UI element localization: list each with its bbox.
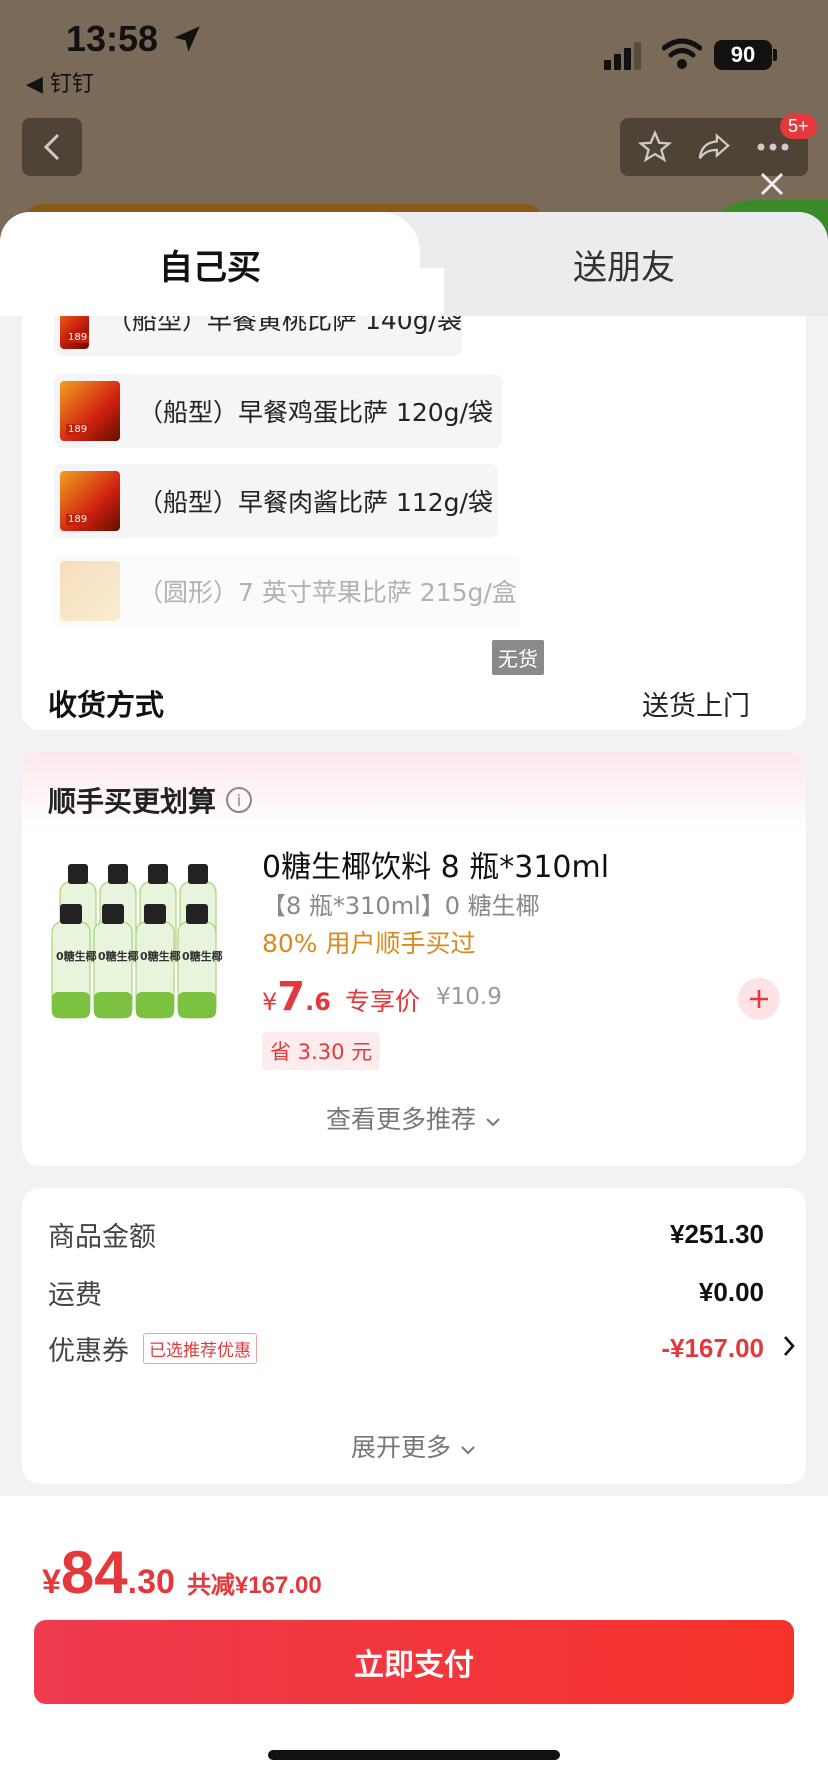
recommendation-title: 顺手买更划算 i	[48, 780, 253, 820]
shipping-method-label: 收货方式	[48, 688, 165, 722]
product-item[interactable]: 189 （船型）早餐鸡蛋比萨 120g/袋	[54, 374, 502, 448]
price-tag: 专享价	[344, 987, 420, 1016]
product-thumbnail: 189	[60, 381, 120, 441]
battery-level: 90	[714, 40, 772, 70]
home-indicator	[268, 1750, 560, 1760]
coupon-label: 优惠券	[48, 1335, 129, 1367]
price-decimal: .6	[305, 988, 331, 1016]
bottle-label: 0糖生椰	[56, 949, 97, 963]
product-item-out-of-stock: （圆形）7 英寸苹果比萨 215g/盒	[54, 554, 520, 628]
order-summary-card: 商品金额 ¥251.30 运费 ¥0.00 优惠券 已选推荐优惠 -¥167.0…	[22, 1188, 806, 1484]
product-thumbnail	[60, 561, 120, 621]
freight-label: 运费	[48, 1279, 102, 1311]
more-icon[interactable]	[756, 142, 790, 152]
tab-gift-friend[interactable]: 送朋友	[420, 212, 828, 316]
goods-amount-row: 商品金额 ¥251.30	[48, 1214, 764, 1254]
expand-more-link[interactable]: 展开更多	[22, 1428, 806, 1464]
nav-back-button[interactable]	[22, 118, 82, 176]
tab-buy-self[interactable]: 自己买	[0, 212, 444, 316]
goods-amount-value: ¥251.30	[670, 1218, 764, 1249]
total-decimal: .30	[127, 1563, 175, 1601]
goods-amount-label: 商品金额	[48, 1221, 156, 1253]
more-recommendations-label: 查看更多推荐	[326, 1105, 477, 1134]
coupon-label-group: 优惠券 已选推荐优惠	[48, 1329, 257, 1368]
bottle-label: 0糖生椰	[140, 949, 181, 963]
freight-value: ¥0.00	[698, 1276, 764, 1307]
add-to-order-button[interactable]	[738, 978, 780, 1020]
chevron-down-icon	[486, 1118, 500, 1127]
chevron-right-icon[interactable]	[782, 1334, 796, 1358]
total-reduction: 共减¥167.00	[186, 1572, 322, 1599]
original-price: ¥10.9	[436, 984, 502, 1010]
pay-now-button[interactable]: 立即支付	[34, 1620, 794, 1704]
tab-label: 送朋友	[573, 247, 675, 288]
product-list-card: 189 （船型）早餐黄桃比萨 140g/袋 189 （船型）早餐鸡蛋比萨 120…	[22, 282, 806, 730]
message-badge: 5+	[780, 114, 817, 139]
star-icon[interactable]	[638, 130, 672, 164]
checkout-footer: ¥ 84 .30 共减¥167.00 立即支付	[0, 1496, 828, 1792]
chevron-down-icon	[461, 1446, 475, 1455]
coupon-selected-tag: 已选推荐优惠	[143, 1332, 257, 1364]
battery-tip	[773, 49, 777, 61]
bottle-label: 0糖生椰	[182, 949, 223, 963]
bottle-label: 0糖生椰	[98, 949, 139, 963]
signal-icon	[604, 42, 641, 70]
freight-row: 运费 ¥0.00	[48, 1272, 764, 1312]
total-integer: 84	[60, 1539, 128, 1606]
product-thumbnail: 189	[60, 471, 120, 531]
chevron-left-icon	[43, 133, 60, 161]
recommendation-product-name[interactable]: 0糖生椰饮料 8 瓶*310ml	[262, 842, 609, 886]
tab-label: 自己买	[159, 247, 261, 288]
recommendation-card: 顺手买更划算 i 0糖生椰 0糖生椰 0糖生椰 0糖生椰 0糖生椰饮料 8 瓶*…	[22, 752, 806, 1166]
share-icon[interactable]	[696, 130, 732, 164]
recommendation-product-spec: 【8 瓶*310ml】0 糖生椰	[262, 892, 540, 920]
back-to-app-link[interactable]: ◀ 钉钉	[26, 66, 94, 98]
status-time: 13:58	[66, 18, 159, 59]
savings-badge: 省 3.30 元	[262, 1032, 381, 1070]
info-icon[interactable]: i	[226, 787, 253, 813]
product-name: （船型）早餐肉酱比萨 112g/袋	[138, 488, 493, 517]
location-arrow-icon	[174, 26, 200, 52]
recommendation-price: ¥ 7 .6 专享价	[262, 974, 420, 1020]
shipping-method-value[interactable]: 送货上门	[642, 684, 750, 723]
out-of-stock-badge: 无货	[492, 640, 544, 675]
product-item[interactable]: 189 （船型）早餐肉酱比萨 112g/袋	[54, 464, 498, 538]
status-bar: 13:58 ◀ 钉钉 90	[0, 0, 828, 110]
coupon-row[interactable]: 优惠券 已选推荐优惠 -¥167.00	[48, 1328, 764, 1368]
price-integer: 7	[277, 974, 306, 1020]
coupon-value: -¥167.00	[661, 1332, 764, 1363]
wifi-icon	[662, 38, 702, 69]
product-name: （圆形）7 英寸苹果比萨 215g/盒	[138, 578, 517, 607]
checkout-sheet: 189 （船型）早餐黄桃比萨 140g/袋 189 （船型）早餐鸡蛋比萨 120…	[0, 212, 828, 1792]
more-recommendations-link[interactable]: 查看更多推荐	[22, 1100, 806, 1136]
price-currency: ¥	[262, 988, 278, 1016]
recommendation-title-text: 顺手买更划算	[48, 785, 217, 818]
total-currency: ¥	[42, 1563, 61, 1601]
product-image[interactable]: 0糖生椰 0糖生椰 0糖生椰 0糖生椰	[46, 842, 232, 1028]
expand-more-label: 展开更多	[351, 1433, 452, 1462]
total-price: ¥ 84 .30 共减¥167.00	[42, 1538, 322, 1607]
purchase-tabs: 自己买 送朋友	[0, 212, 828, 316]
recommendation-social-proof: 80% 用户顺手买过	[262, 929, 476, 958]
close-icon[interactable]	[752, 164, 792, 204]
product-name: （船型）早餐鸡蛋比萨 120g/袋	[138, 398, 493, 427]
plus-icon	[750, 990, 768, 1008]
